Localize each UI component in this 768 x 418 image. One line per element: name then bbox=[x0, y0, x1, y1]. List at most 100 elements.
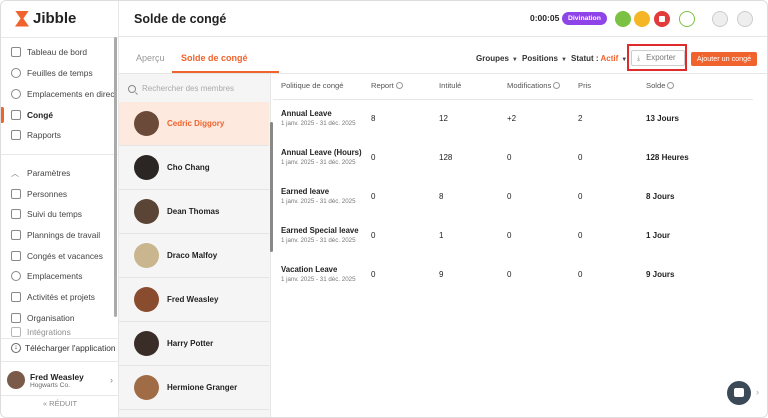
timer: 0:00:05 bbox=[530, 13, 560, 23]
collapse-label: RÉDUIT bbox=[49, 399, 78, 408]
toolbar: Aperçu Solde de congé Groupes ▼ Positions… bbox=[119, 37, 767, 74]
taken-value: 0 bbox=[578, 231, 583, 240]
positions-filter[interactable]: Positions ▼ bbox=[522, 54, 567, 63]
page-title: Solde de congé bbox=[134, 12, 227, 26]
tab-leave-balance[interactable]: Solde de congé bbox=[181, 53, 248, 63]
info-icon[interactable] bbox=[395, 82, 403, 89]
table-row[interactable]: Earned Special leave 1 janv. 2025 - 31 d… bbox=[273, 223, 753, 261]
export-button[interactable]: ⤓ Exporter bbox=[631, 50, 685, 66]
modifications-value: 0 bbox=[507, 192, 512, 201]
policy-dates: 1 janv. 2025 - 31 déc. 2025 bbox=[281, 276, 356, 283]
grid-icon bbox=[11, 47, 21, 57]
filter-label: Statut : bbox=[571, 54, 599, 63]
sidebar-item-live-locations[interactable]: Emplacements en direct bbox=[11, 85, 117, 103]
list-item[interactable]: Draco Malfoy bbox=[119, 234, 269, 278]
policy-name: Annual Leave (Hours) bbox=[281, 148, 362, 157]
policy-name: Earned leave bbox=[281, 187, 330, 196]
taken-value: 2 bbox=[578, 114, 583, 123]
sidebar-item-label: Organisation bbox=[27, 313, 75, 323]
sidebar-item-leave[interactable]: Congé bbox=[11, 106, 53, 124]
sidebar-item-people[interactable]: Personnes bbox=[11, 185, 67, 203]
list-item[interactable]: Fred Weasley bbox=[119, 278, 269, 322]
report-value: 0 bbox=[371, 153, 376, 162]
user-menu-icon[interactable] bbox=[737, 11, 753, 27]
sidebar-scrollbar[interactable] bbox=[114, 37, 117, 317]
download-icon: ⤓ bbox=[637, 55, 641, 62]
organization-icon bbox=[11, 313, 21, 323]
tab-overview[interactable]: Aperçu bbox=[136, 53, 165, 63]
user-name: Fred Weasley bbox=[30, 371, 84, 382]
sidebar-item-label: Tableau de bord bbox=[27, 47, 88, 57]
policy-name: Vacation Leave bbox=[281, 265, 338, 274]
list-item[interactable]: Harry Potter bbox=[119, 322, 269, 366]
tag-icon bbox=[11, 292, 21, 302]
table-row[interactable]: Earned leave 1 janv. 2025 - 31 déc. 2025… bbox=[273, 184, 753, 222]
sidebar-item-integrations[interactable]: Intégrations bbox=[11, 327, 71, 337]
balance-value: 8 Jours bbox=[646, 192, 675, 201]
sidebar-item-work-schedules[interactable]: Plannings de travail bbox=[11, 226, 100, 244]
brand-logo[interactable]: Jibble bbox=[15, 10, 76, 27]
entitled-value: 8 bbox=[439, 192, 444, 201]
sidebar-item-settings[interactable]: ︿ Paramètres bbox=[11, 164, 70, 182]
entitled-value: 12 bbox=[439, 114, 448, 123]
app-window: Jibble Tableau de bord Feuilles de temps… bbox=[0, 0, 768, 418]
entitled-value: 9 bbox=[439, 270, 444, 279]
person-name: Draco Malfoy bbox=[167, 251, 218, 260]
break-button[interactable] bbox=[634, 11, 650, 27]
balance-value: 1 Jour bbox=[646, 231, 671, 240]
clock-in-button[interactable] bbox=[679, 11, 695, 27]
sidebar-item-label: Rapports bbox=[27, 130, 61, 140]
table-row[interactable]: Annual Leave 1 janv. 2025 - 31 déc. 2025… bbox=[273, 106, 753, 144]
sidebar-item-label: Congés et vacances bbox=[27, 251, 103, 261]
chat-support-button[interactable] bbox=[727, 381, 751, 405]
sidebar-item-label: Paramètres bbox=[27, 168, 71, 178]
balance-value: 13 Jours bbox=[646, 114, 679, 123]
user-profile[interactable]: Fred Weasley Hogwarts Co. › bbox=[7, 365, 113, 395]
info-icon[interactable] bbox=[667, 82, 675, 89]
table-row[interactable]: Annual Leave (Hours) 1 janv. 2025 - 31 d… bbox=[273, 145, 753, 183]
user-info: Fred Weasley Hogwarts Co. bbox=[30, 372, 84, 389]
sidebar-item-reports[interactable]: Rapports bbox=[11, 126, 61, 144]
sidebar-item-dashboard[interactable]: Tableau de bord bbox=[11, 43, 87, 61]
divider bbox=[1, 154, 119, 155]
sidebar-item-timesheets[interactable]: Feuilles de temps bbox=[11, 64, 93, 82]
policy-name: Earned Special leave bbox=[281, 226, 359, 235]
chevron-right-icon[interactable]: › bbox=[756, 387, 759, 397]
policy-dates: 1 janv. 2025 - 31 déc. 2025 bbox=[281, 237, 356, 244]
sidebar-item-label: Activités et projets bbox=[27, 292, 95, 302]
policy-dates: 1 janv. 2025 - 31 déc. 2025 bbox=[281, 120, 356, 127]
sidebar-item-time-tracking[interactable]: Suivi du temps bbox=[11, 205, 82, 223]
groups-filter[interactable]: Groupes ▼ bbox=[476, 54, 518, 63]
vacation-icon bbox=[11, 251, 21, 261]
sidebar-item-organization[interactable]: Organisation bbox=[11, 309, 75, 327]
switch-activity-button[interactable] bbox=[615, 11, 631, 27]
add-leave-button[interactable]: Ajouter un congé bbox=[691, 52, 757, 66]
info-icon[interactable] bbox=[553, 82, 561, 89]
divider bbox=[1, 37, 119, 38]
entitled-value: 1 bbox=[439, 231, 444, 240]
chevron-right-icon: › bbox=[110, 375, 113, 385]
status-filter[interactable]: Statut : Actif ▼ bbox=[571, 54, 627, 63]
sidebar-item-leave-holidays[interactable]: Congés et vacances bbox=[11, 247, 103, 265]
search-input[interactable]: Rechercher des membres bbox=[142, 84, 234, 93]
sidebar-item-activities[interactable]: Activités et projets bbox=[11, 288, 95, 306]
caret-down-icon: ▼ bbox=[511, 57, 518, 63]
table-row[interactable]: Vacation Leave 1 janv. 2025 - 31 déc. 20… bbox=[273, 262, 753, 300]
activity-badge[interactable]: Divination bbox=[562, 12, 607, 25]
avatar bbox=[134, 243, 159, 268]
active-tab-indicator bbox=[172, 71, 279, 73]
stop-button[interactable] bbox=[654, 11, 670, 27]
help-icon[interactable] bbox=[712, 11, 728, 27]
list-item[interactable]: Cedric Diggory bbox=[119, 102, 269, 146]
list-item[interactable]: Dean Thomas bbox=[119, 190, 269, 234]
sidebar-item-label: Intégrations bbox=[27, 327, 71, 337]
list-item[interactable]: Hermione Granger bbox=[119, 366, 269, 410]
sidebar-item-label: Emplacements en direct bbox=[27, 89, 117, 99]
sidebar-item-locations[interactable]: Emplacements bbox=[11, 267, 82, 285]
list-item[interactable]: Cho Chang bbox=[119, 146, 269, 190]
report-value: 8 bbox=[371, 114, 376, 123]
download-app-link[interactable]: ↓ Télécharger l'application bbox=[11, 343, 116, 353]
search-box[interactable]: Rechercher des membres bbox=[128, 84, 234, 93]
collapse-sidebar-button[interactable]: « RÉDUIT bbox=[1, 399, 119, 408]
user-org: Hogwarts Co. bbox=[30, 381, 70, 389]
